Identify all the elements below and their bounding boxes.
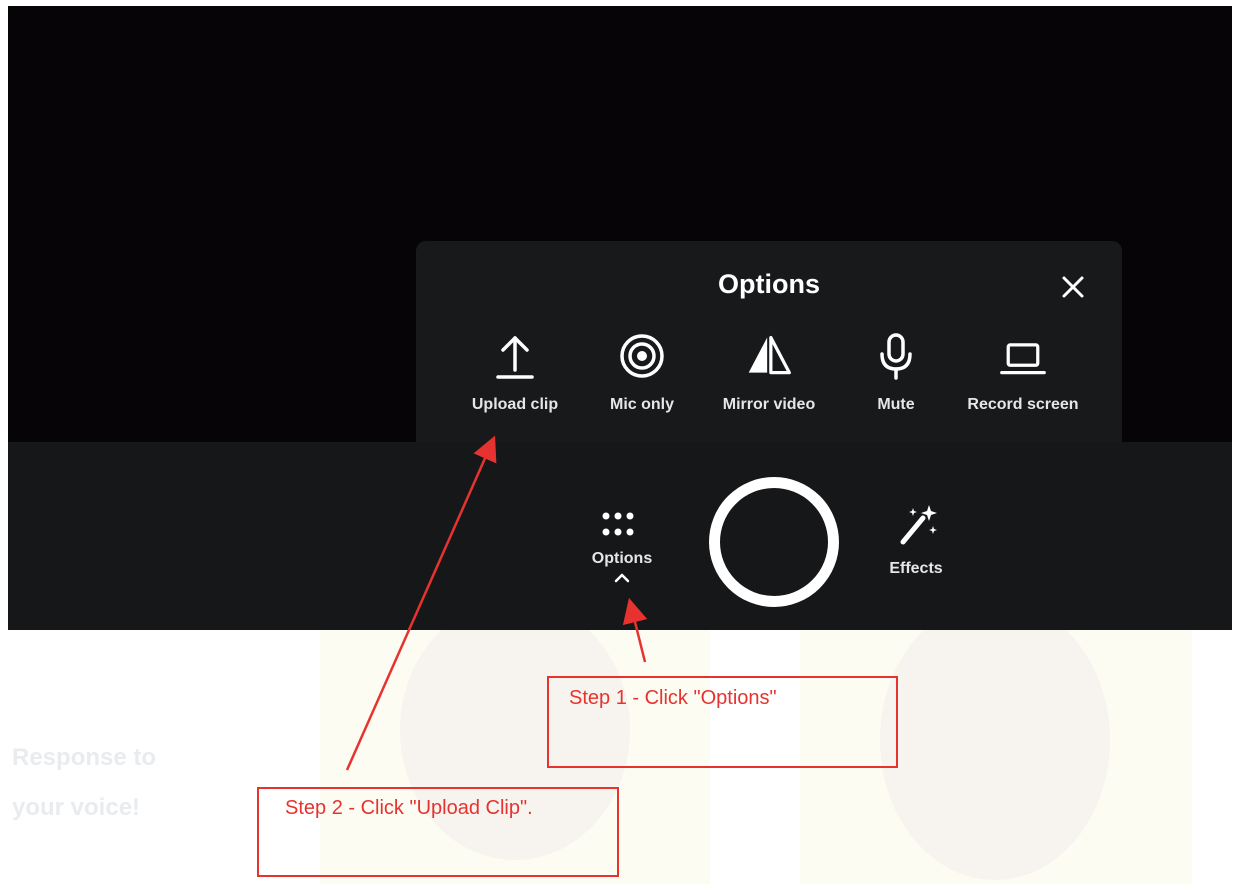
annotation-arrows: [345, 435, 648, 771]
screenshot: Response to your voice! Options Upload c…: [0, 0, 1233, 884]
step2-arrow: [345, 435, 497, 771]
step1-arrow: [622, 597, 648, 663]
